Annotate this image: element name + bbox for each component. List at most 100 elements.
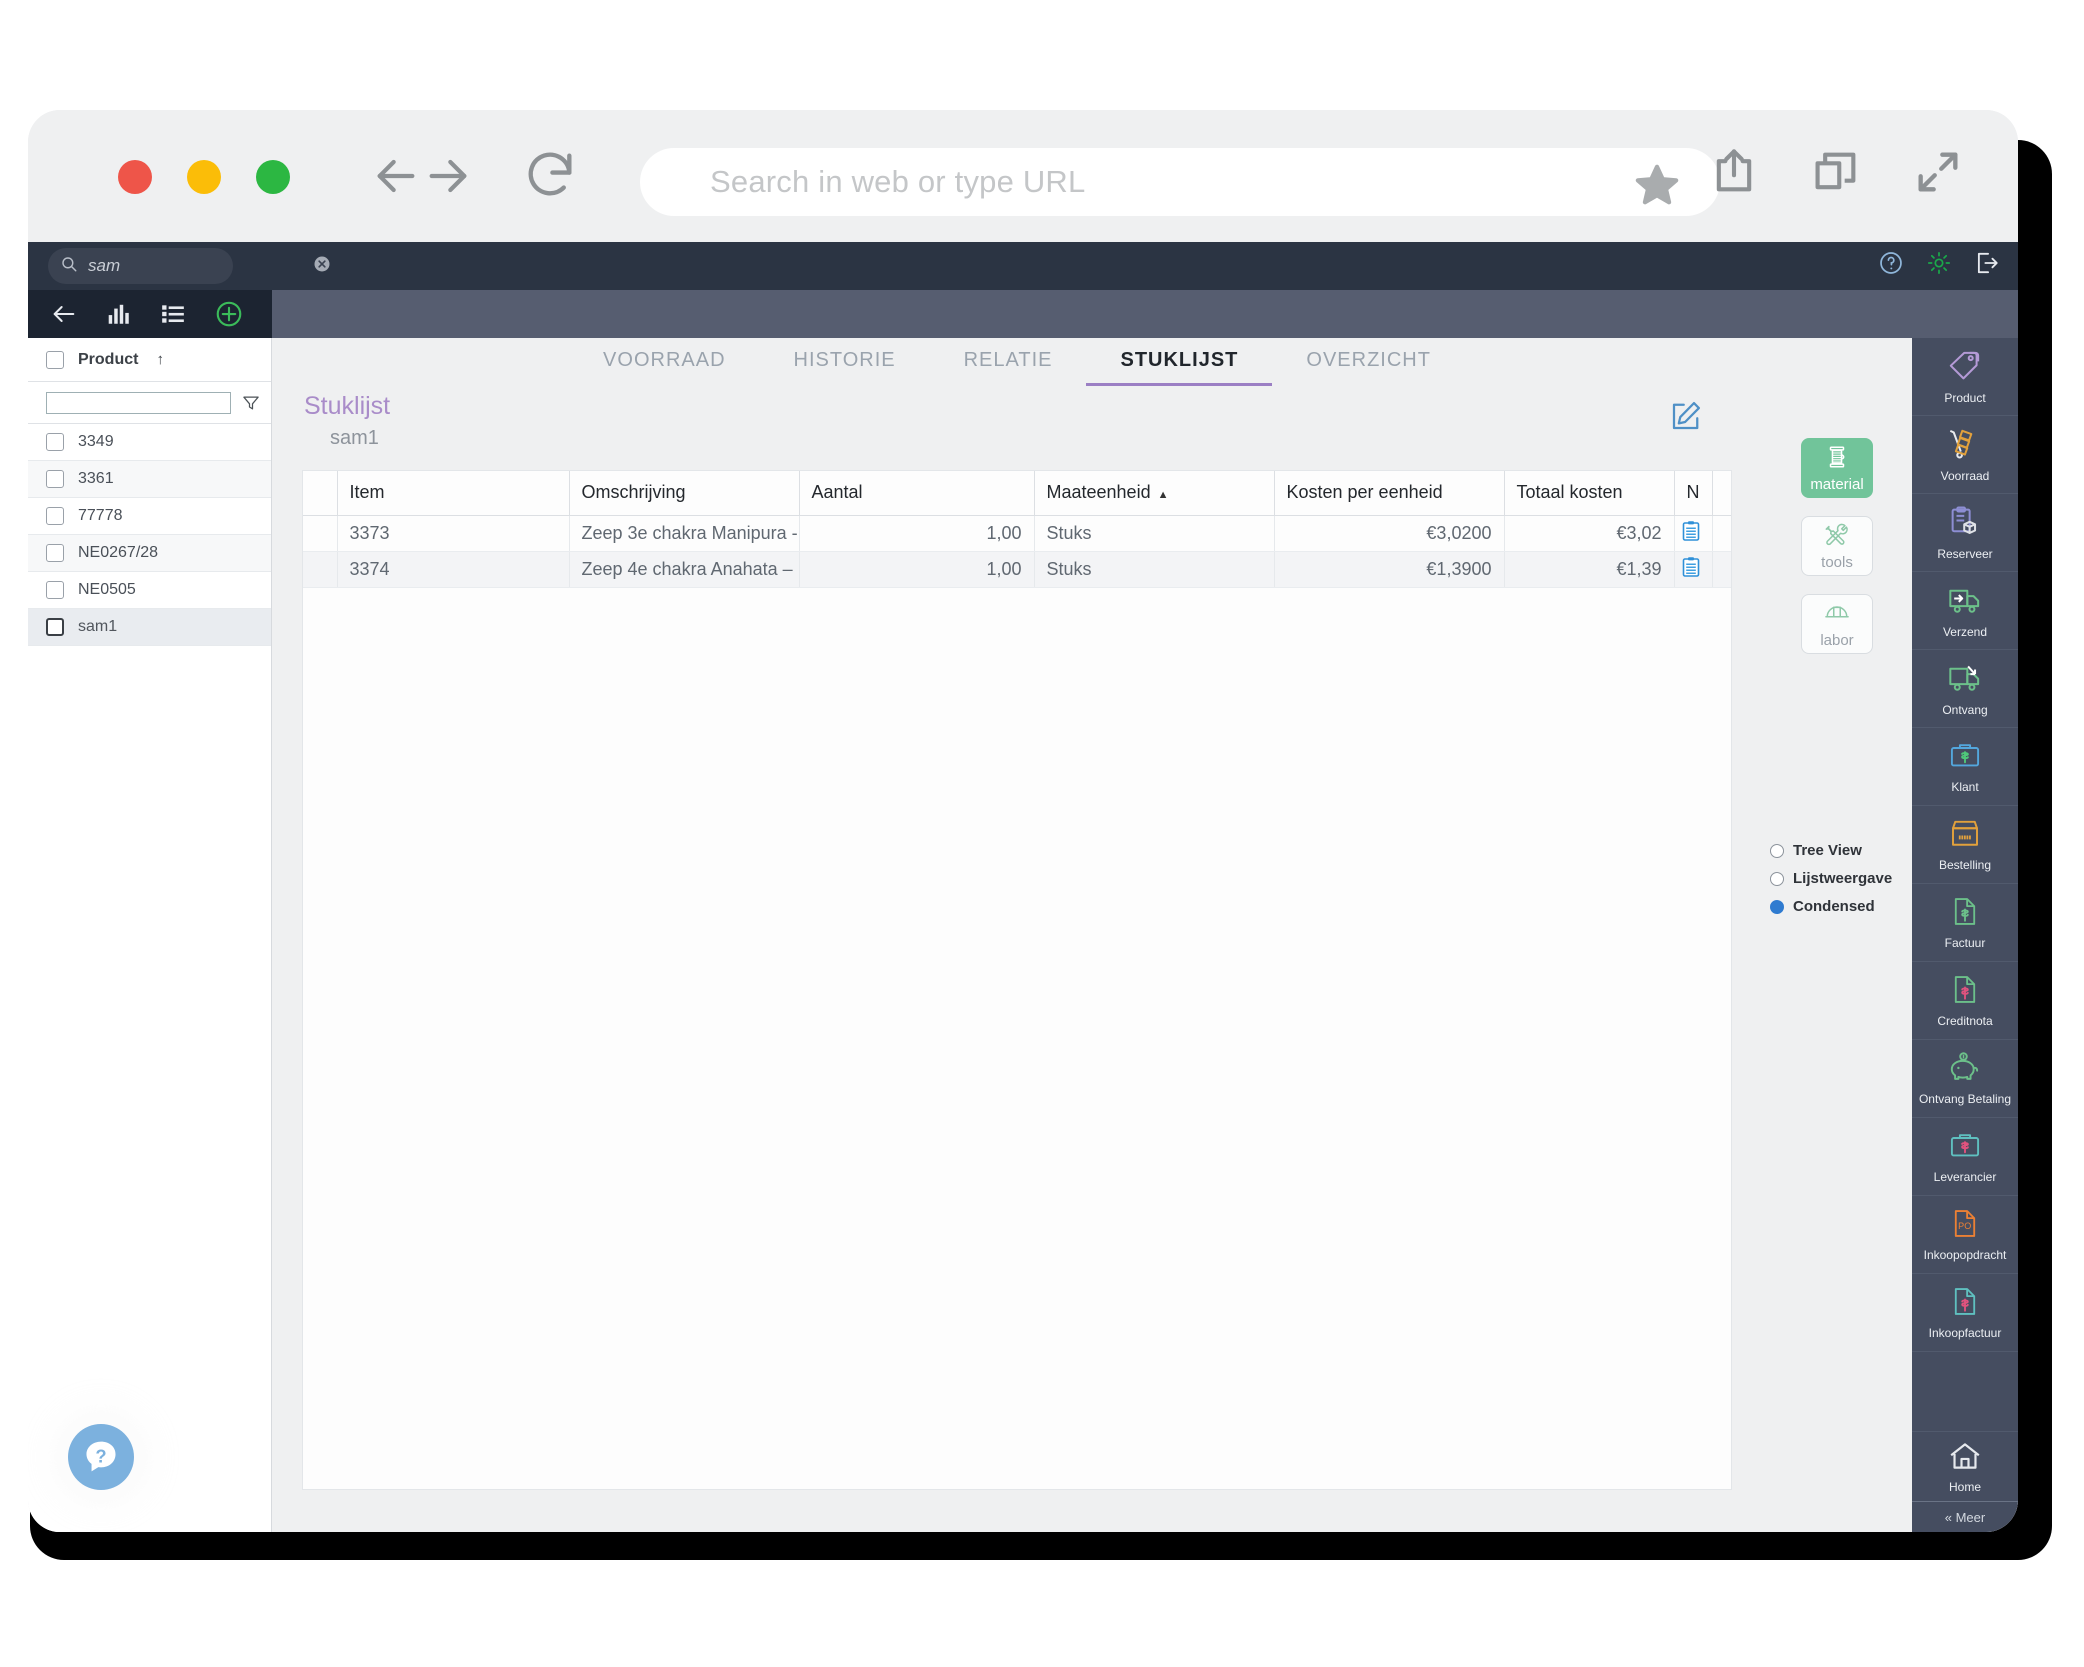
- type-button-material[interactable]: material: [1801, 438, 1873, 498]
- rail-spacer: [1912, 1352, 2018, 1432]
- sidebar-filter-input[interactable]: [46, 391, 231, 414]
- type-button-labor[interactable]: labor: [1801, 594, 1873, 654]
- column-header-aantal[interactable]: Aantal: [799, 471, 1035, 516]
- sidebar-item-3349[interactable]: 3349: [28, 424, 271, 461]
- rail-item-creditnota[interactable]: Creditnota: [1912, 962, 2018, 1040]
- row-checkbox[interactable]: [46, 581, 64, 599]
- rail-item-klant[interactable]: Klant: [1912, 728, 2018, 806]
- search-input[interactable]: [88, 256, 312, 276]
- arrow-left-icon[interactable]: [368, 148, 424, 204]
- row-checkbox[interactable]: [46, 618, 64, 636]
- note-clipboard-icon[interactable]: [1674, 515, 1713, 552]
- view-option-lijstweergave[interactable]: Lijstweergave: [1770, 870, 1892, 887]
- rail-item-leverancier[interactable]: Leverancier: [1912, 1118, 2018, 1196]
- row-checkbox[interactable]: [46, 433, 64, 451]
- question-chat-icon[interactable]: ?: [68, 1424, 134, 1490]
- sidebar-item-ne0267-28[interactable]: NE0267/28: [28, 535, 271, 572]
- view-option-tree-view[interactable]: Tree View: [1770, 842, 1892, 859]
- rail-item-ontvang-betaling[interactable]: Ontvang Betaling: [1912, 1040, 2018, 1118]
- column-header-item[interactable]: Item: [337, 471, 570, 516]
- arrow-right-icon[interactable]: [420, 148, 476, 204]
- cell-omschrijving: Zeep 4e chakra Anahata –: [569, 551, 800, 588]
- global-search[interactable]: [48, 248, 330, 284]
- rail-item-label: Factuur: [1944, 936, 1986, 950]
- help-circle-icon[interactable]: [1878, 250, 1904, 281]
- row-checkbox[interactable]: [46, 544, 64, 562]
- window-maximize-button[interactable]: [256, 160, 290, 194]
- gear-icon[interactable]: [1926, 250, 1952, 281]
- app-topbar-actions: [1878, 250, 2000, 281]
- table-row[interactable]: 3374 Zeep 4e chakra Anahata –1,00 Stuks €1,…: [303, 551, 1731, 588]
- rail-item-factuur[interactable]: Factuur: [1912, 884, 2018, 962]
- row-checkbox[interactable]: [46, 507, 64, 525]
- url-bar[interactable]: Search in web or type URL: [640, 148, 1720, 216]
- sort-ascending-icon[interactable]: ↑: [156, 351, 164, 368]
- module-rail: Product Voorraad Reserveer Verzend Ontvang Kl…: [1912, 338, 2018, 1532]
- radio-button[interactable]: [1770, 843, 1784, 858]
- spool-icon: [1824, 444, 1850, 474]
- rail-item-inkoopopdracht[interactable]: PO Inkoopopdracht: [1912, 1196, 2018, 1274]
- radio-button[interactable]: [1770, 871, 1784, 886]
- tab-overzicht[interactable]: OVERZICHT: [1272, 338, 1465, 386]
- sidebar-item-ne0505[interactable]: NE0505: [28, 572, 271, 609]
- row-selector[interactable]: [303, 551, 338, 588]
- arrow-left-icon[interactable]: [50, 300, 78, 328]
- rail-item-inkoopfactuur[interactable]: Inkoopfactuur: [1912, 1274, 2018, 1352]
- rail-item-home[interactable]: Home: [1912, 1432, 2018, 1502]
- column-header-label: N: [1686, 482, 1700, 503]
- copy-tabs-icon[interactable]: [1810, 146, 1862, 203]
- star-icon[interactable]: [1634, 162, 1680, 213]
- rail-item-verzend[interactable]: Verzend: [1912, 572, 2018, 650]
- bar-chart-icon[interactable]: [106, 301, 132, 327]
- rail-item-voorraad[interactable]: Voorraad: [1912, 416, 2018, 494]
- radio-button[interactable]: [1770, 899, 1784, 914]
- column-header-omschrijving[interactable]: Omschrijving: [569, 471, 800, 516]
- page-title: Stuklijst: [304, 392, 391, 420]
- tab-stuklijst[interactable]: STUKLIJST: [1086, 338, 1273, 386]
- view-option-label: Lijstweergave: [1793, 870, 1893, 887]
- tab-relatie[interactable]: RELATIE: [930, 338, 1087, 386]
- column-header-n[interactable]: N: [1674, 471, 1713, 516]
- rail-more-button[interactable]: « Meer: [1945, 1502, 1985, 1532]
- table-row[interactable]: 3373 Zeep 3e chakra Manipura -1,00 Stuks €3…: [303, 515, 1731, 552]
- rail-item-ontvang[interactable]: Ontvang: [1912, 650, 2018, 728]
- note-clipboard-icon[interactable]: [1674, 551, 1713, 588]
- list-icon[interactable]: [160, 301, 186, 327]
- rail-item-bestelling[interactable]: Bestelling: [1912, 806, 2018, 884]
- expand-icon[interactable]: [1912, 146, 1964, 203]
- briefcase-dollar-icon: [1947, 740, 1983, 777]
- credit-note-icon: [1948, 973, 1982, 1011]
- tab-bar: VOORRAAD HISTORIE RELATIE STUKLIJST OVERZICH…: [272, 338, 1762, 386]
- sidebar-item-3361[interactable]: 3361: [28, 461, 271, 498]
- sidebar-item-sam1[interactable]: sam1: [28, 609, 271, 646]
- logout-icon[interactable]: [1974, 250, 2000, 281]
- sidebar-item-label: sam1: [78, 618, 118, 635]
- row-selector[interactable]: [303, 515, 338, 552]
- column-header-label: Maateenheid: [1046, 482, 1151, 503]
- tools-icon: [1824, 522, 1850, 552]
- type-button-tools[interactable]: tools: [1801, 516, 1873, 576]
- share-icon[interactable]: [1708, 146, 1760, 203]
- type-button-group: material tools labor: [1801, 438, 1873, 672]
- column-header-label: Kosten per eenheid: [1286, 482, 1443, 503]
- select-all-checkbox[interactable]: [46, 350, 64, 369]
- sidebar-item-77778[interactable]: 77778: [28, 498, 271, 535]
- application: Product ↑ 3349 3361 77778 NE0267/28 NE0505 sa…: [28, 242, 2018, 1532]
- reload-icon[interactable]: [521, 146, 579, 204]
- rail-item-product[interactable]: Product: [1912, 338, 2018, 416]
- row-checkbox[interactable]: [46, 470, 64, 488]
- tab-voorraad[interactable]: VOORRAAD: [569, 338, 759, 386]
- clear-circle-icon[interactable]: [312, 254, 332, 279]
- tab-historie[interactable]: HISTORIE: [760, 338, 930, 386]
- view-option-condensed[interactable]: Condensed: [1770, 898, 1892, 915]
- column-header-totaal-kosten[interactable]: Totaal kosten: [1504, 471, 1675, 516]
- window-minimize-button[interactable]: [187, 160, 221, 194]
- funnel-icon[interactable]: [241, 393, 261, 413]
- column-header-kosten-per-eenheid[interactable]: Kosten per eenheid: [1274, 471, 1505, 516]
- edit-pencil-icon[interactable]: [1668, 398, 1704, 434]
- column-header-maateenheid[interactable]: Maateenheid ▲: [1034, 471, 1275, 516]
- plus-circle-icon[interactable]: [214, 299, 244, 329]
- rail-item-reserveer[interactable]: Reserveer: [1912, 494, 2018, 572]
- hand-truck-icon: [1945, 427, 1985, 466]
- window-close-button[interactable]: [118, 160, 152, 194]
